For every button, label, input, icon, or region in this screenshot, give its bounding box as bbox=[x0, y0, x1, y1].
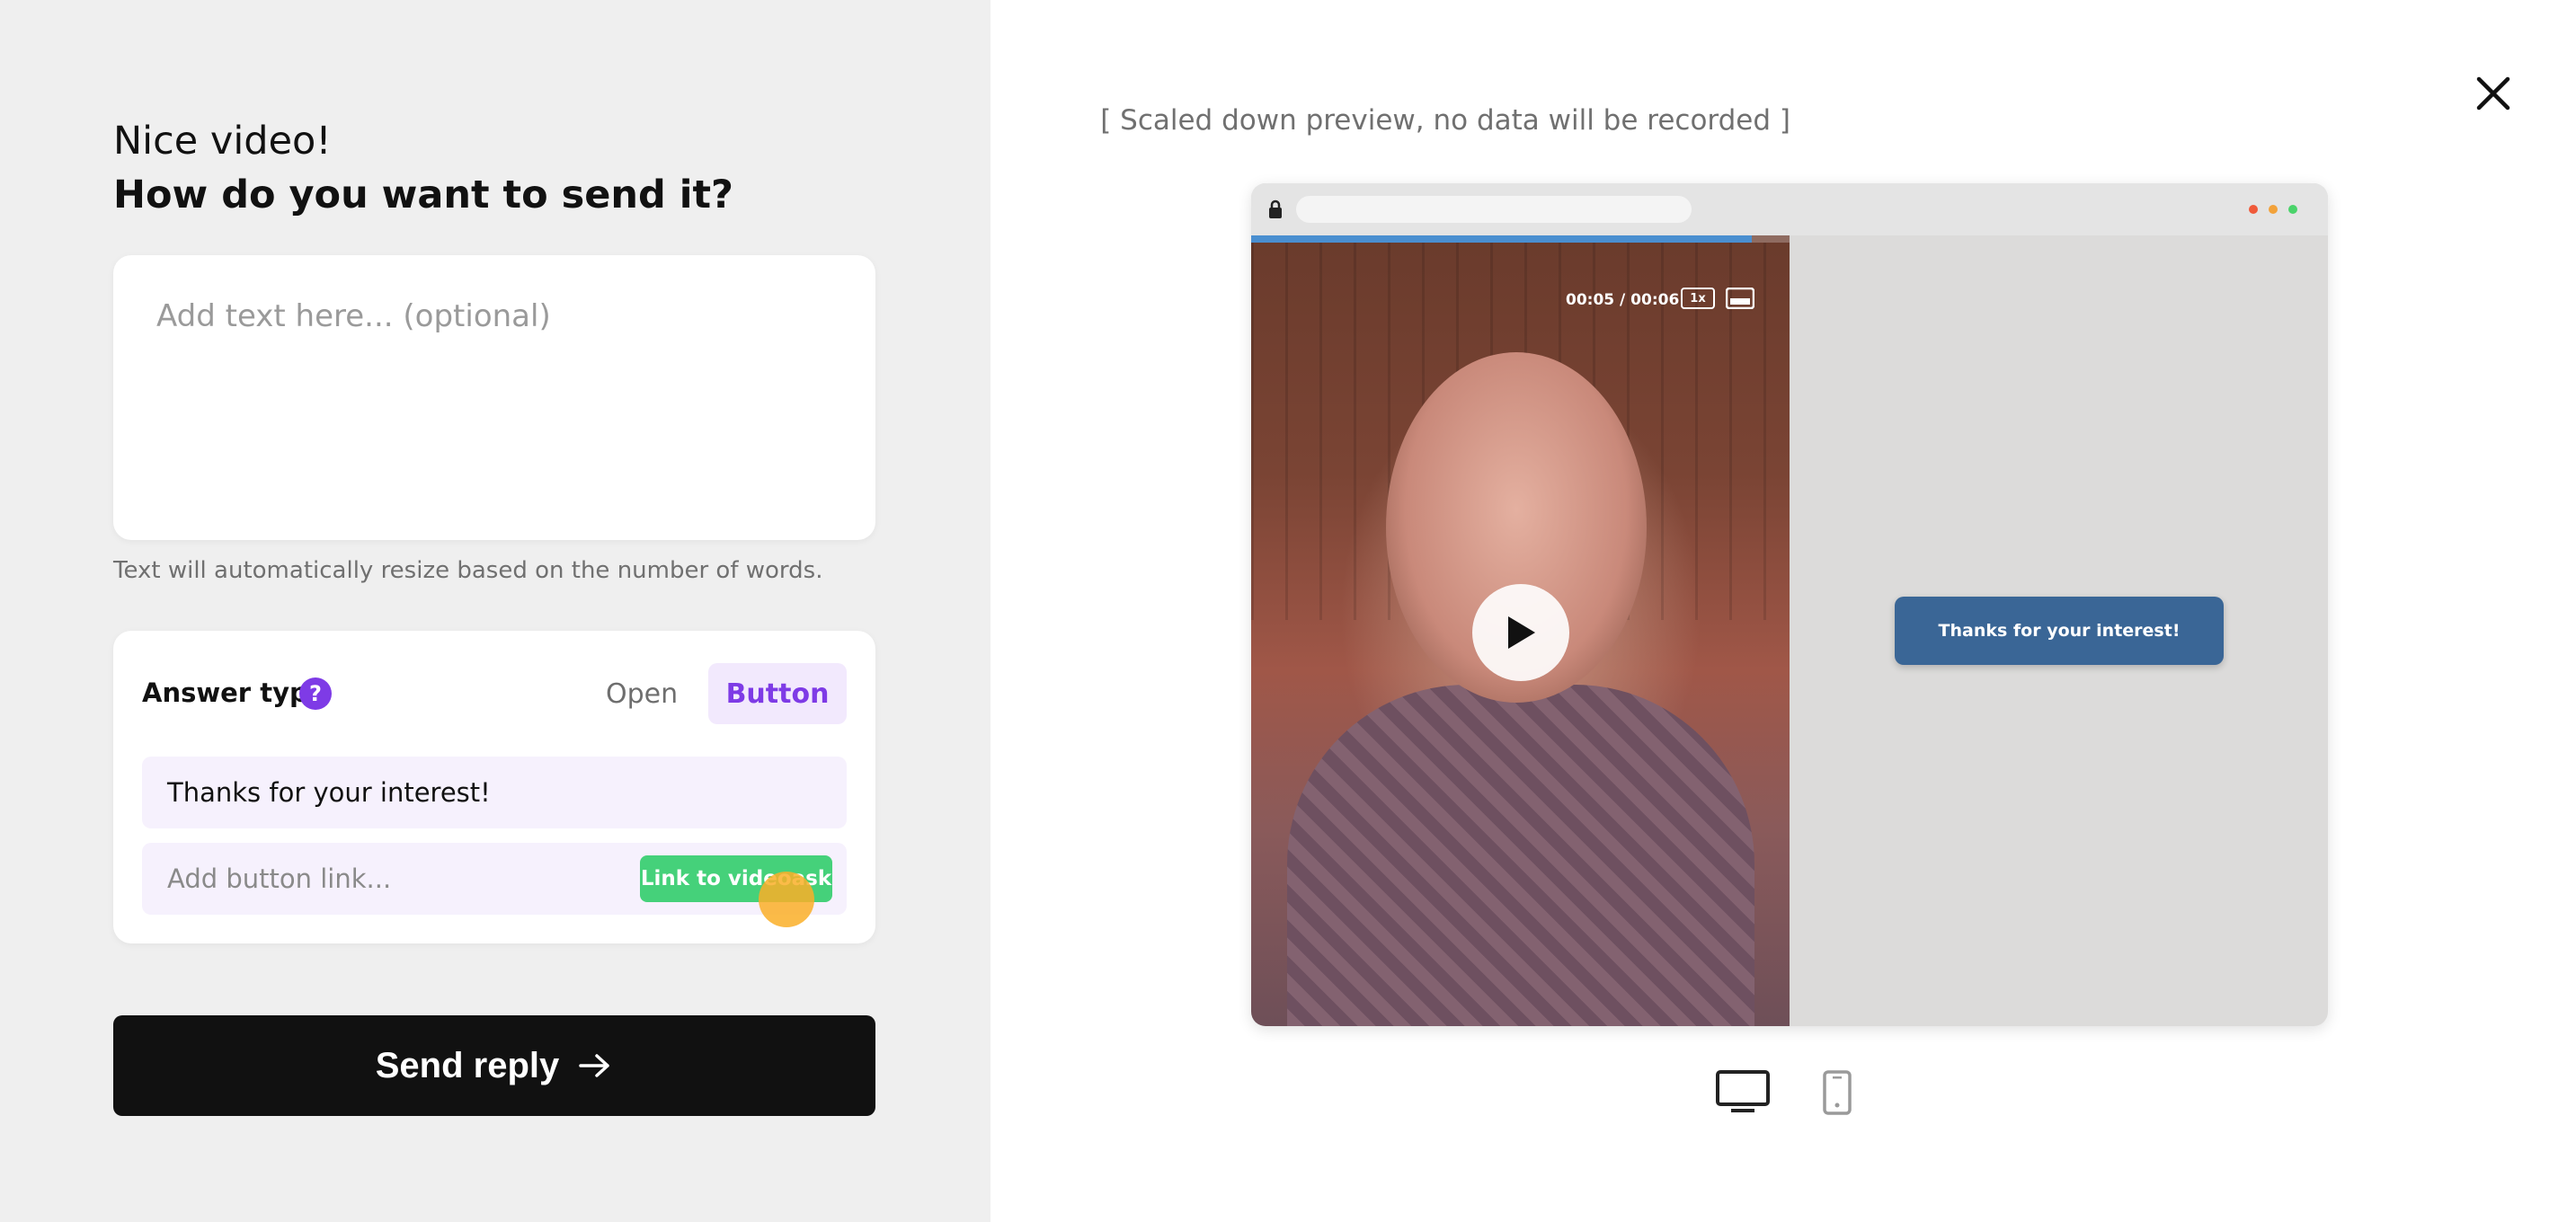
answer-option-open[interactable]: Open bbox=[590, 663, 694, 724]
send-reply-label: Send reply bbox=[375, 1045, 560, 1085]
video-progress-bar[interactable] bbox=[1251, 235, 1790, 243]
heading-line1: Nice video! bbox=[113, 119, 332, 164]
playback-speed-button[interactable]: 1x bbox=[1681, 288, 1715, 309]
video-time: 00:05 / 00:06 bbox=[1566, 291, 1680, 309]
video-person-body bbox=[1287, 685, 1754, 1026]
window-dot-green bbox=[2288, 205, 2297, 214]
window-dot-red bbox=[2249, 205, 2258, 214]
answer-type-card: Answer type ? Open Button Thanks for you… bbox=[113, 631, 875, 943]
lock-icon bbox=[1269, 199, 1282, 218]
mobile-icon[interactable] bbox=[1821, 1069, 1853, 1116]
reply-text-input[interactable] bbox=[113, 255, 875, 540]
close-icon[interactable] bbox=[2474, 74, 2513, 113]
video-progress-fill bbox=[1251, 235, 1753, 243]
answer-option-button[interactable]: Button bbox=[708, 663, 847, 724]
text-card bbox=[113, 255, 875, 540]
browser-preview: 00:05 / 00:06 1x Thanks for your interes… bbox=[1251, 183, 2328, 1026]
preview-cta-button[interactable]: Thanks for your interest! bbox=[1895, 597, 2224, 665]
arrow-right-icon bbox=[579, 1054, 609, 1077]
cursor-indicator bbox=[759, 872, 814, 927]
window-dot-orange bbox=[2269, 205, 2278, 214]
compose-panel: Nice video! How do you want to send it? … bbox=[0, 0, 990, 1222]
heading-line2: How do you want to send it? bbox=[113, 173, 733, 217]
url-bar bbox=[1296, 196, 1692, 223]
button-link-field: Link to videoask bbox=[142, 843, 847, 915]
button-link-input[interactable] bbox=[142, 843, 627, 915]
button-text-input[interactable]: Thanks for your interest! bbox=[142, 757, 847, 828]
preview-note: [ Scaled down preview, no data will be r… bbox=[1100, 104, 1790, 137]
video-player[interactable]: 00:05 / 00:06 1x bbox=[1251, 235, 1790, 1026]
play-icon bbox=[1508, 616, 1535, 649]
browser-toolbar bbox=[1251, 183, 2328, 235]
captions-icon[interactable] bbox=[1726, 288, 1754, 309]
helper-text: Text will automatically resize based on … bbox=[113, 557, 823, 584]
play-button[interactable] bbox=[1472, 584, 1569, 681]
preview-panel: [ Scaled down preview, no data will be r… bbox=[990, 0, 2576, 1222]
send-reply-button[interactable]: Send reply bbox=[113, 1015, 875, 1116]
help-icon[interactable]: ? bbox=[299, 677, 332, 710]
desktop-icon[interactable] bbox=[1715, 1069, 1771, 1116]
answer-type-label: Answer type bbox=[142, 677, 326, 708]
